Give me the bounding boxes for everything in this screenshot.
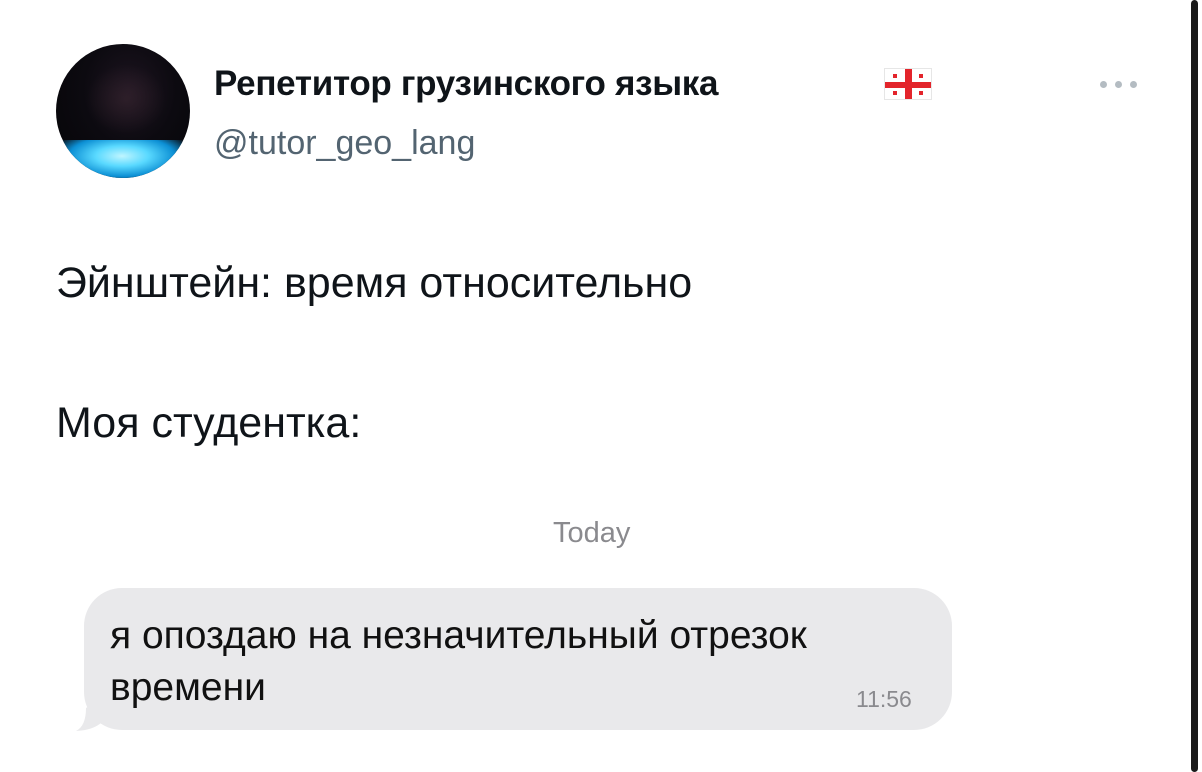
avatar-glow xyxy=(60,140,184,178)
author-name[interactable]: Репетитор грузинского языка xyxy=(214,64,718,104)
author-handle[interactable]: @tutor_geo_lang xyxy=(214,124,475,163)
flag-cross-vertical xyxy=(905,69,912,99)
more-dot xyxy=(1100,81,1107,88)
avatar-shade xyxy=(86,64,166,134)
flag-small-cross xyxy=(893,91,897,95)
message-time: 11:56 xyxy=(856,686,912,712)
tweet-text-line-1: Эйнштейн: время относительно xyxy=(56,259,693,307)
more-dot xyxy=(1130,81,1137,88)
flag-small-cross xyxy=(919,91,923,95)
message-text: я опоздаю на незначительный отрезок врем… xyxy=(110,614,807,709)
flag-small-cross xyxy=(919,74,923,78)
scrollbar[interactable] xyxy=(1188,0,1202,772)
more-dot xyxy=(1115,81,1122,88)
avatar[interactable] xyxy=(56,44,190,178)
georgia-flag-icon xyxy=(884,68,932,100)
chat-day-label: Today xyxy=(553,517,631,549)
scrollbar-thumb[interactable] xyxy=(1191,0,1198,772)
tweet-text-line-2: Моя студентка: xyxy=(56,399,362,447)
flag-small-cross xyxy=(893,74,897,78)
more-horizontal-icon[interactable] xyxy=(1098,78,1142,90)
